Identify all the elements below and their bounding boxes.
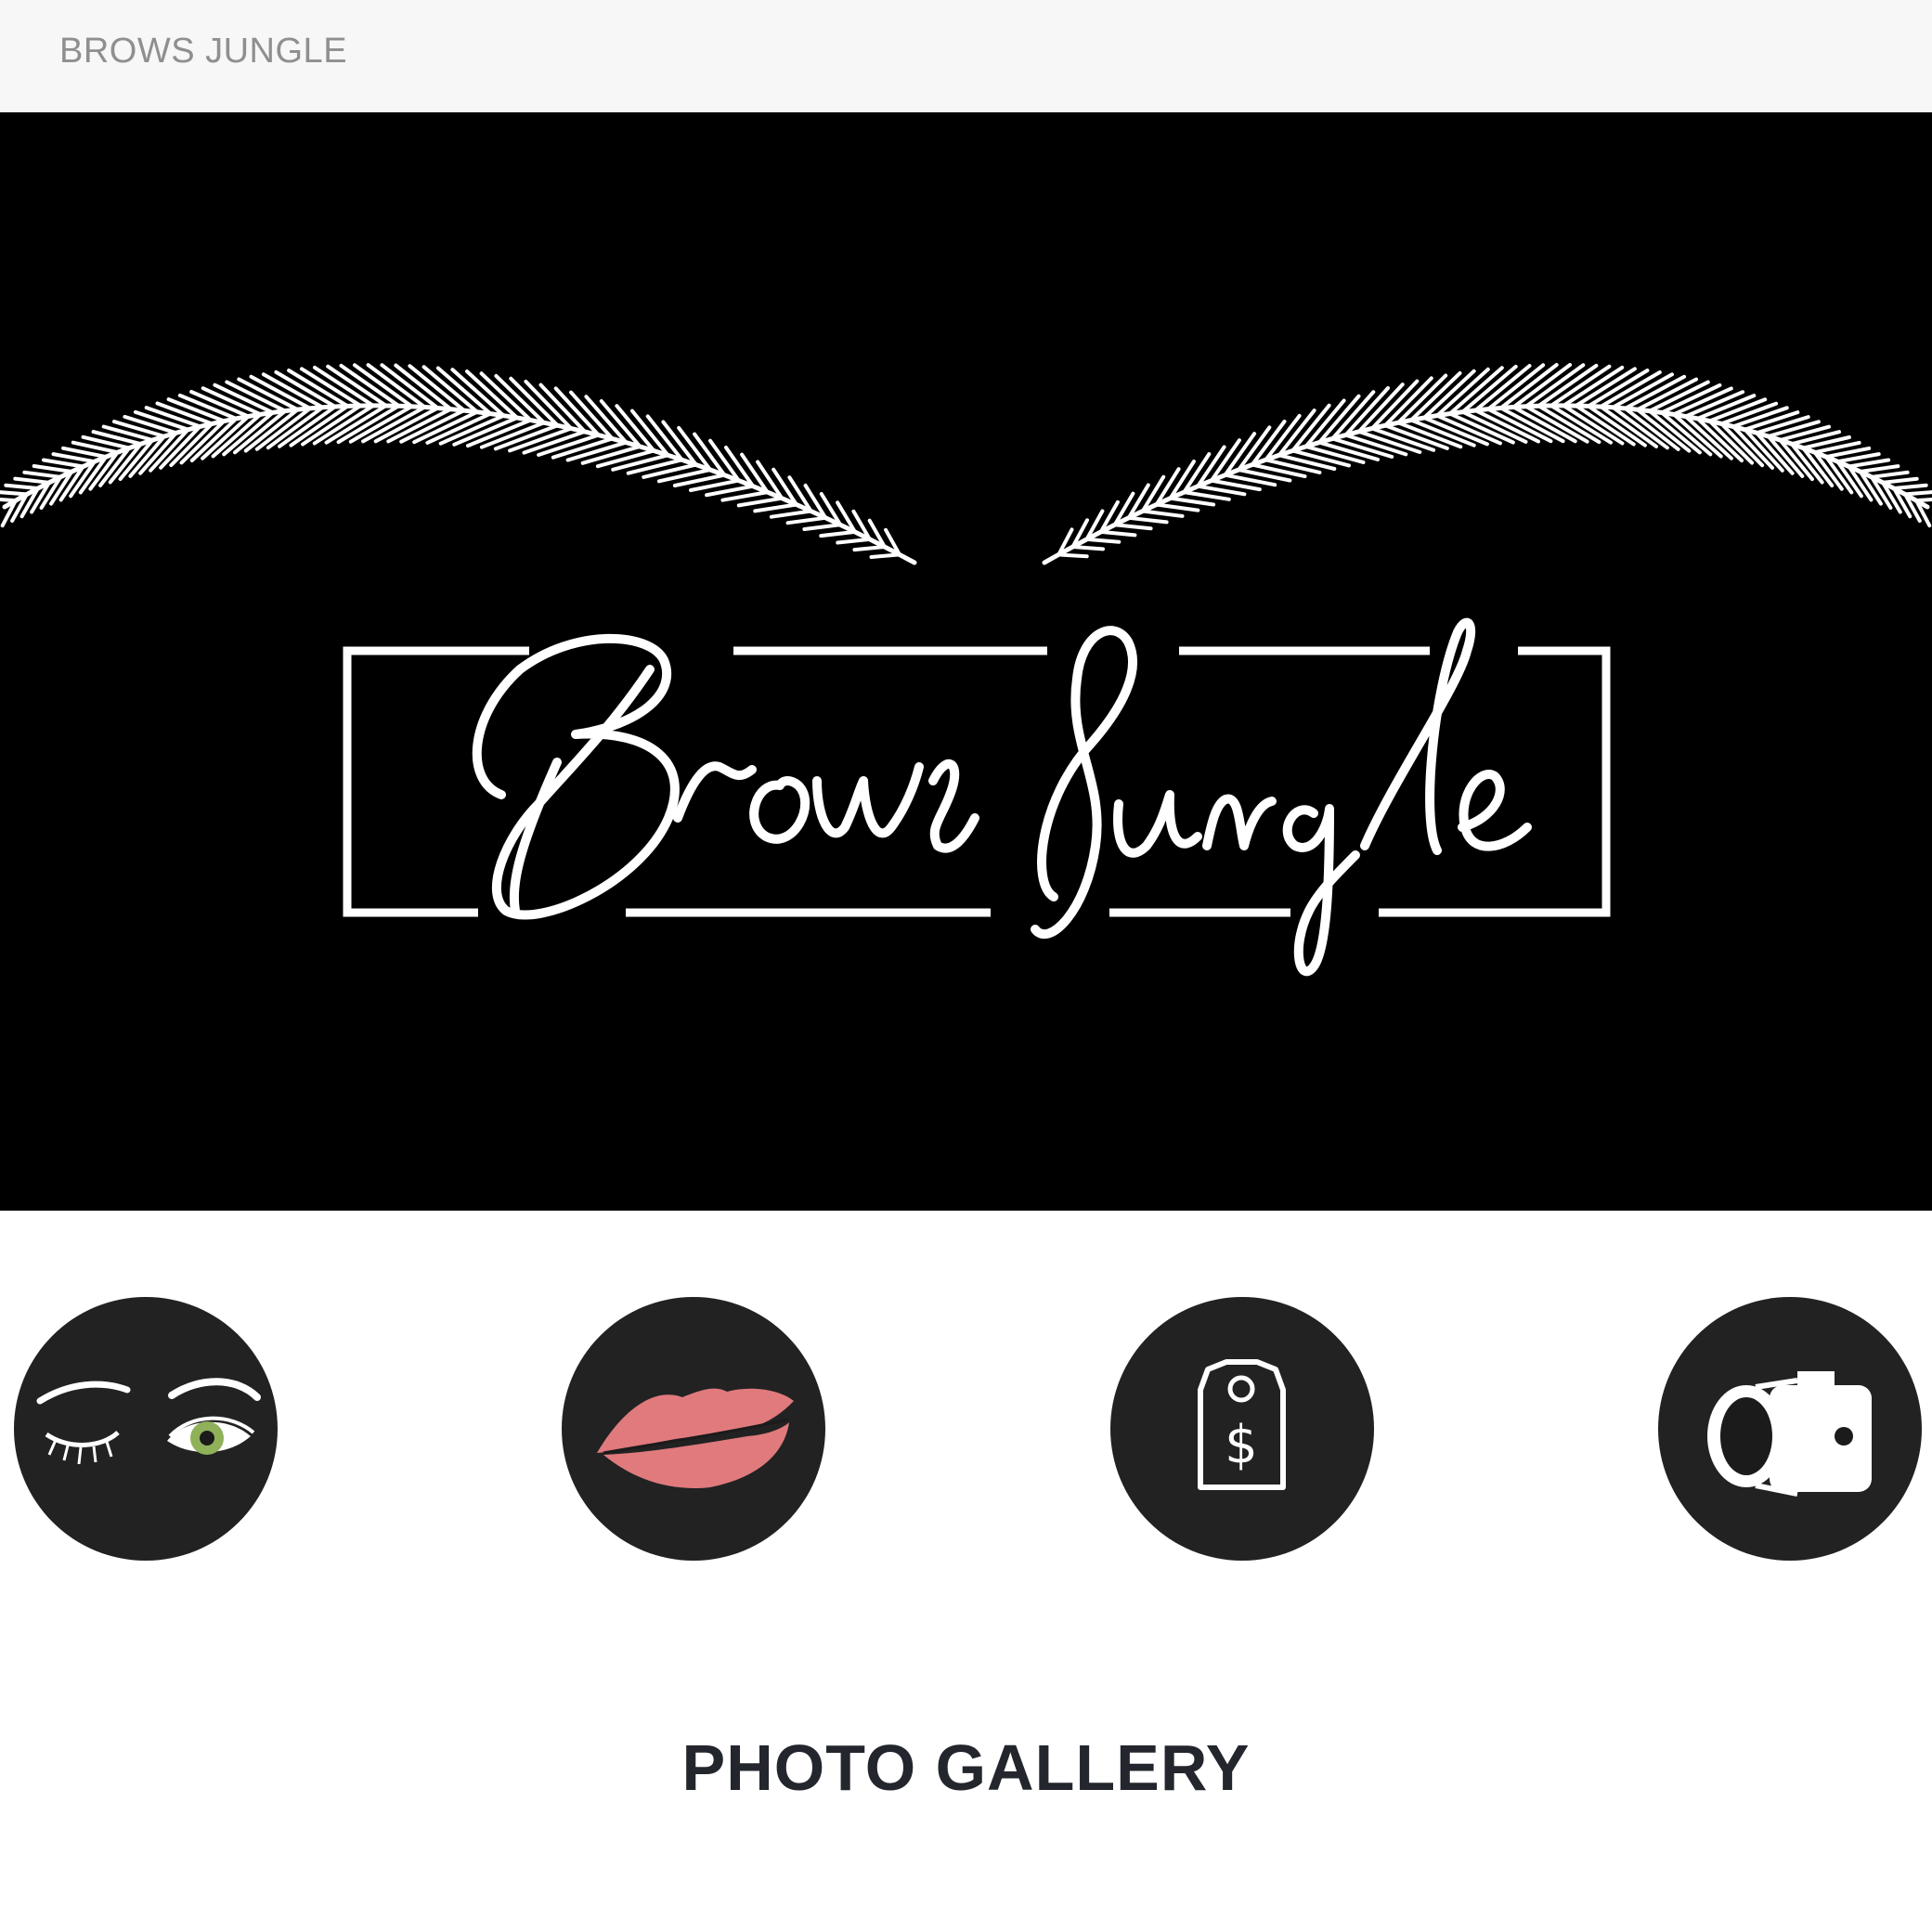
pricing-link[interactable]: $: [1110, 1297, 1374, 1561]
price-tag-dollar-icon: $: [1198, 1359, 1286, 1490]
service-icons-row: $: [0, 1297, 1932, 1564]
brows-jungle-logo: [0, 363, 1932, 977]
site-brand-link[interactable]: BROWS JUNGLE: [59, 32, 347, 71]
logo-frame: [343, 646, 1611, 917]
camera-icon: [1707, 1371, 1872, 1497]
photo-gallery-heading: PHOTO GALLERY: [681, 1731, 1251, 1804]
right-eyebrow-graphic: [1042, 363, 1932, 565]
hero-banner: [0, 112, 1932, 1211]
top-navigation-bar: BROWS JUNGLE: [0, 0, 1932, 112]
left-eyebrow-graphic: [0, 363, 917, 565]
svg-text:$: $: [1225, 1415, 1258, 1475]
logo-script-lettering: [472, 617, 1532, 977]
photo-gallery-link[interactable]: [1658, 1297, 1922, 1561]
eyes-wink-icon: [36, 1378, 261, 1465]
lips-kiss-icon: [597, 1388, 794, 1488]
lips-service-link[interactable]: [562, 1297, 825, 1561]
brows-service-link[interactable]: [14, 1297, 278, 1561]
